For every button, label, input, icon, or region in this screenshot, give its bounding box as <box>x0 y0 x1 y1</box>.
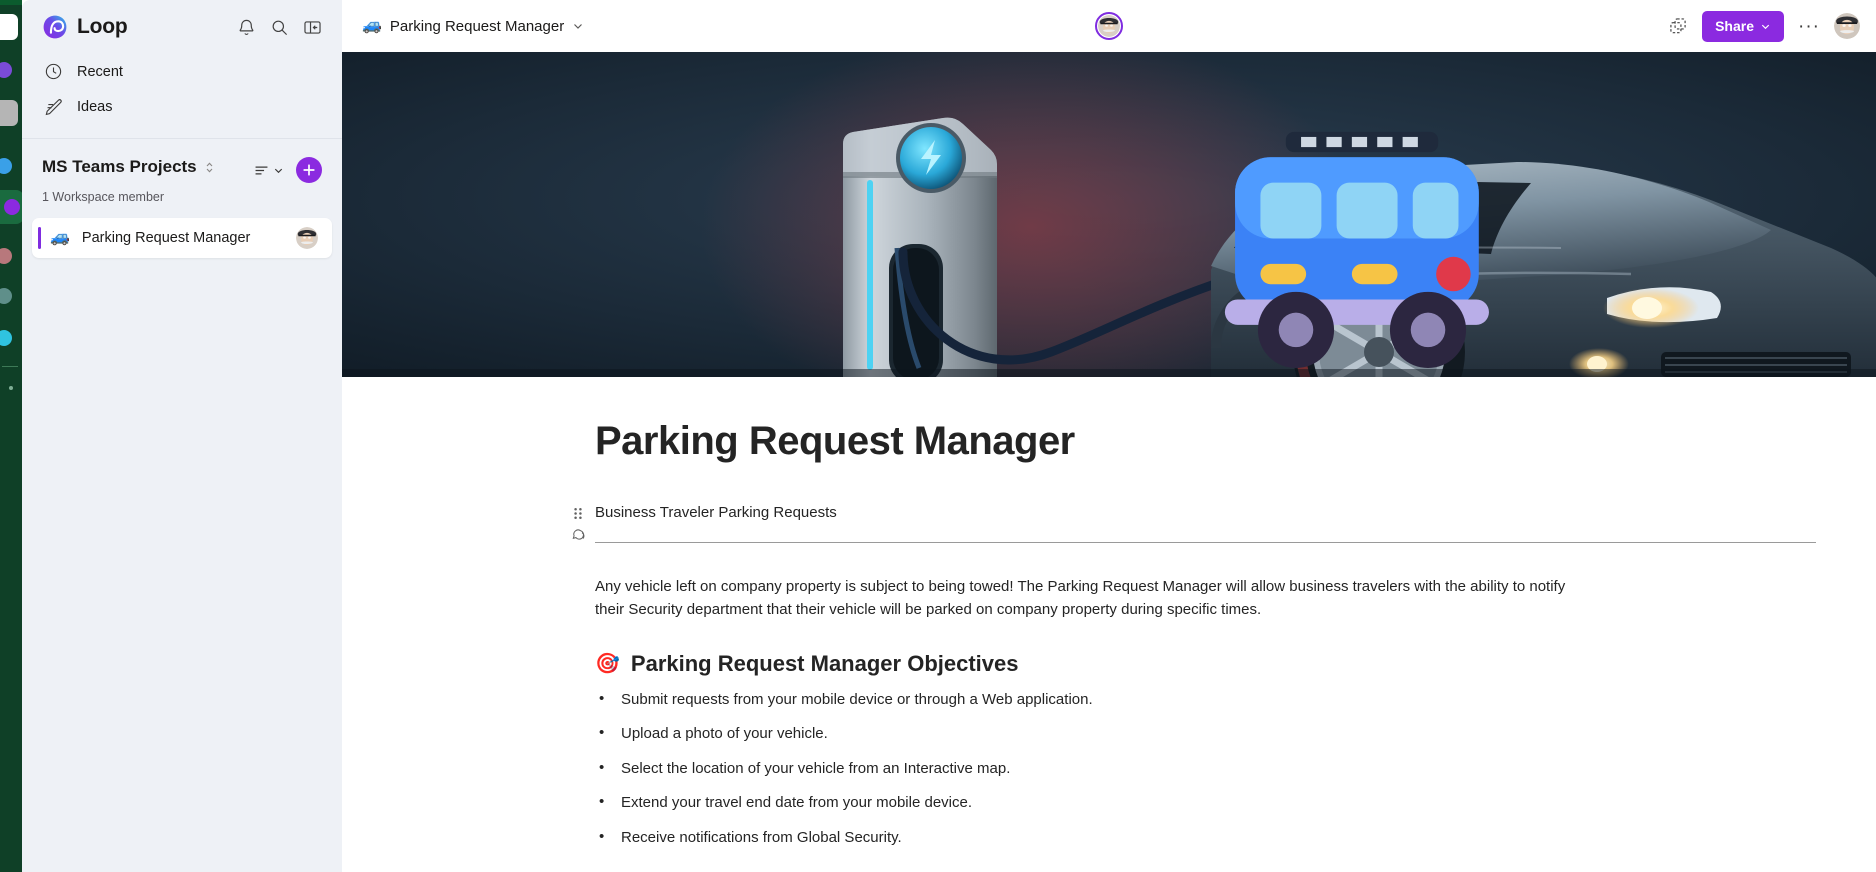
rail-item-apps[interactable] <box>0 330 12 346</box>
objectives-heading[interactable]: 🎯 Parking Request Manager Objectives <box>595 651 1816 677</box>
collapse-sidebar-icon[interactable] <box>303 18 322 37</box>
workspace-header: MS Teams Projects <box>22 139 342 187</box>
rail-item-loop-glyph <box>4 199 20 215</box>
sort-lines-icon <box>255 166 268 174</box>
sidebar-header-actions <box>237 18 322 37</box>
workspace-switcher[interactable]: MS Teams Projects <box>42 157 215 177</box>
objectives-heading-label: Parking Request Manager Objectives <box>630 650 1019 676</box>
car-emoji-icon: 🚙 <box>50 229 70 246</box>
list-item[interactable]: Receive notifications from Global Securi… <box>595 827 1816 848</box>
rail-item-files[interactable] <box>0 288 12 304</box>
target-emoji-icon: 🎯 <box>595 652 620 675</box>
avatar[interactable] <box>1095 12 1123 40</box>
avatar[interactable] <box>296 227 318 249</box>
objectives-list: Submit requests from your mobile device … <box>595 689 1816 848</box>
loop-brand-label: Loop <box>77 15 128 38</box>
bus-emoji-icon <box>1224 131 1489 368</box>
more-options-button[interactable]: ··· <box>1798 17 1820 36</box>
list-item[interactable]: Upload a photo of your vehicle. <box>595 723 1816 744</box>
app-window: Loop Recent Ideas MS Teams Projects 1 Wo… <box>0 0 1876 872</box>
sidebar-item-recent[interactable]: Recent <box>32 54 332 89</box>
topbar-actions: Share ··· <box>1668 10 1860 42</box>
sidebar-item-ideas[interactable]: Ideas <box>32 89 332 124</box>
rail-item-teams[interactable] <box>0 100 18 126</box>
list-item[interactable]: Extend your travel end date from your mo… <box>595 792 1816 813</box>
plus-icon <box>303 164 315 176</box>
rail-item-loop[interactable] <box>0 190 22 224</box>
rail-item-chat[interactable] <box>0 62 12 78</box>
chevron-up-down-icon <box>206 162 213 172</box>
drag-handle-icon[interactable] <box>573 507 583 520</box>
list-item[interactable]: 🚙 Parking Request Manager <box>32 218 332 258</box>
list-item[interactable]: Select the location of your vehicle from… <box>595 758 1816 779</box>
workspace-document-list: 🚙 Parking Request Manager <box>22 204 342 258</box>
document-topbar: 🚙 Parking Request Manager Share ··· <box>342 0 1876 52</box>
rail-item-activity[interactable] <box>0 14 18 40</box>
rail-divider <box>2 366 18 367</box>
horizontal-rule <box>595 542 1816 543</box>
list-item[interactable]: Submit requests from your mobile device … <box>595 689 1816 710</box>
document-breadcrumb[interactable]: 🚙 Parking Request Manager <box>362 18 584 35</box>
presence-avatars <box>1095 12 1123 40</box>
workspace-member-count: 1 Workspace member <box>42 190 165 204</box>
rail-item-calendar[interactable] <box>0 158 12 174</box>
search-icon[interactable] <box>270 18 289 37</box>
page-title[interactable]: Parking Request Manager <box>595 419 1816 464</box>
workspace-actions <box>253 157 322 183</box>
user-avatar[interactable] <box>1834 13 1860 39</box>
notifications-bell-icon[interactable] <box>237 18 256 37</box>
workspace-title: MS Teams Projects <box>42 157 197 176</box>
comment-bubble-icon[interactable] <box>571 528 586 543</box>
sidebar-item-recent-label: Recent <box>77 63 123 80</box>
avatar-image <box>1834 13 1860 39</box>
rail-item-calls[interactable] <box>0 248 12 264</box>
subheading-block[interactable]: Business Traveler Parking Requests <box>572 504 1816 543</box>
sidebar-item-ideas-label: Ideas <box>77 98 113 115</box>
list-item-label: Parking Request Manager <box>81 230 251 246</box>
loop-logo-icon <box>43 15 67 39</box>
document-title-label: Parking Request Manager <box>389 17 565 35</box>
avatar-image <box>296 227 318 249</box>
rail-item-more[interactable] <box>9 386 13 390</box>
selected-indicator <box>38 227 41 249</box>
sidebar-nav: Recent Ideas <box>22 52 342 134</box>
rail-top-accent <box>0 0 22 5</box>
intro-paragraph[interactable]: Any vehicle left on company property is … <box>595 576 1595 622</box>
cover-banner[interactable] <box>342 52 1876 377</box>
block-gutter <box>567 504 589 543</box>
teams-app-rail <box>0 0 22 872</box>
subheading-text[interactable]: Business Traveler Parking Requests <box>595 504 1816 521</box>
sort-filter-button[interactable] <box>253 162 284 179</box>
chevron-down-icon <box>274 168 283 173</box>
share-button-label: Share <box>1715 18 1755 34</box>
loop-sidebar: Loop Recent Ideas MS Teams Projects 1 Wo… <box>22 0 342 872</box>
clock-icon <box>45 63 62 80</box>
main-content: 🚙 Parking Request Manager Share ··· Park… <box>342 0 1876 872</box>
car-emoji-icon: 🚙 <box>362 17 382 34</box>
chevron-down-icon <box>1761 24 1770 29</box>
share-button[interactable]: Share <box>1702 10 1785 42</box>
copy-link-icon[interactable] <box>1668 16 1688 36</box>
document-canvas[interactable]: Parking Request Manager Business Travele… <box>342 377 1876 872</box>
avatar-image <box>1098 15 1120 37</box>
sidebar-header: Loop <box>22 0 342 52</box>
add-workspace-item-button[interactable] <box>296 157 322 183</box>
pencil-idea-icon <box>45 99 62 116</box>
chevron-down-icon[interactable] <box>572 20 584 32</box>
